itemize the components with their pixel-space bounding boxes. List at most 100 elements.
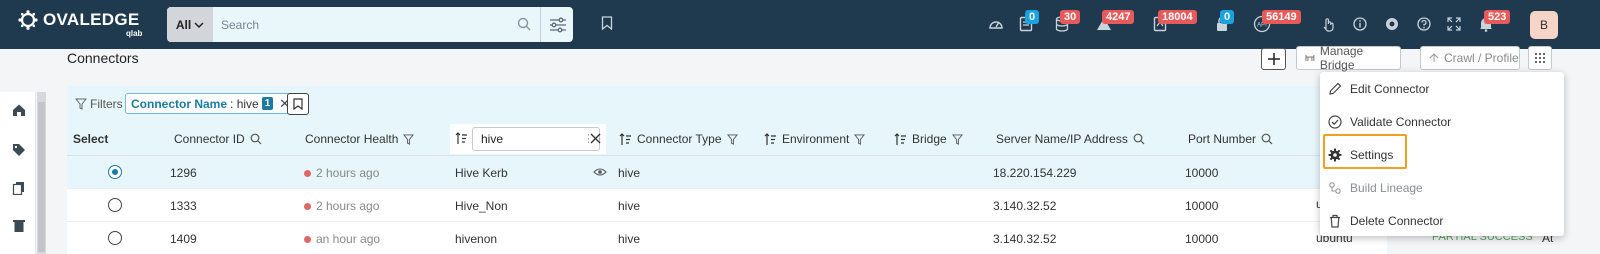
search-scope-label: All	[175, 17, 192, 32]
connector-name-filter-input[interactable]	[472, 127, 600, 151]
search-icon[interactable]	[1261, 133, 1273, 145]
menu-item-edit-connector[interactable]: Edit Connector	[1320, 72, 1564, 105]
menu-item-build-lineage[interactable]: Build Lineage	[1320, 171, 1564, 204]
table-row[interactable]: 1333 2 hours ago Hive_Non hive 3.140.32.…	[67, 189, 1387, 222]
sort-icon[interactable]	[894, 132, 907, 146]
table-row[interactable]: 1409 an hour ago hivenon hive 3.140.32.5…	[67, 222, 1387, 254]
cell-port: 10000	[1185, 199, 1219, 213]
trash-bin-icon[interactable]	[11, 218, 27, 234]
menu-item-validate-connector[interactable]: Validate Connector	[1320, 105, 1564, 138]
chevron-down-icon	[194, 21, 204, 28]
row-select-radio[interactable]	[108, 198, 122, 212]
menu-item-delete-connector[interactable]: Delete Connector	[1320, 204, 1564, 237]
sort-icon[interactable]	[619, 132, 632, 146]
column-header-connector-type[interactable]: Connector Type	[619, 132, 738, 146]
funnel-icon[interactable]	[403, 133, 415, 145]
close-icon[interactable]	[590, 133, 601, 144]
row-select-radio[interactable]	[108, 165, 122, 179]
connector-name-filter: ⋮⋮	[450, 124, 606, 154]
more-actions-button[interactable]	[1528, 46, 1552, 70]
sort-icon[interactable]	[455, 132, 468, 145]
bookmark-icon[interactable]	[601, 16, 613, 30]
menu-item-label: Validate Connector	[1350, 114, 1452, 129]
plus-icon	[1267, 53, 1280, 65]
column-header-connector-health[interactable]: Connector Health	[305, 132, 415, 146]
query-count-badge: 18004	[1158, 10, 1197, 24]
cell-connector-name[interactable]: hivenon	[455, 232, 497, 246]
menu-item-label: Delete Connector	[1350, 213, 1444, 228]
user-avatar[interactable]: B	[1530, 11, 1558, 39]
filter-bar: Filters Connector Name : hive 1 ✕	[67, 86, 1387, 122]
manage-bridge-button[interactable]: Manage Bridge	[1296, 44, 1401, 72]
chip-value: : hive	[230, 96, 259, 111]
health-status-dot	[304, 235, 311, 243]
eye-icon[interactable]	[593, 167, 607, 177]
search-scope-dropdown[interactable]: All	[167, 7, 213, 42]
cell-connector-health: 2 hours ago	[304, 166, 379, 180]
cell-connector-name[interactable]: Hive Kerb	[455, 166, 508, 180]
ovaledge-logo-icon	[18, 10, 38, 30]
column-header-server[interactable]: Server Name/IP Address	[996, 132, 1145, 146]
help-icon[interactable]	[1414, 14, 1434, 34]
funnel-icon[interactable]	[951, 133, 963, 145]
alerts-count-badge: 4247	[1102, 10, 1135, 24]
funnel-icon[interactable]	[726, 133, 738, 145]
manage-bridge-label: Manage Bridge	[1319, 44, 1364, 72]
column-header-select: Select	[73, 132, 109, 146]
menu-item-label: Build Lineage	[1350, 180, 1423, 195]
chrome-browser-icon[interactable]	[1382, 14, 1402, 34]
search-icon[interactable]	[1133, 133, 1145, 145]
funnel-icon[interactable]	[854, 133, 866, 145]
save-filter-button[interactable]	[287, 93, 309, 115]
app-logo[interactable]: OVALEDGE qlab	[18, 8, 158, 40]
dashboard-gauge-icon[interactable]	[986, 14, 1006, 34]
cell-connector-name[interactable]: Hive_Non	[455, 199, 508, 213]
page-title: Connectors	[67, 50, 139, 66]
column-header-environment[interactable]: Environment	[764, 132, 866, 146]
row-select-radio[interactable]	[108, 231, 122, 245]
active-filter-chip[interactable]: Connector Name : hive 1 ✕	[125, 93, 297, 114]
advanced-search-sliders-icon[interactable]	[549, 16, 567, 34]
funnel-icon	[75, 98, 87, 110]
lock-count-badge: 0	[1220, 10, 1235, 24]
trash-icon	[1330, 214, 1340, 228]
search-icon[interactable]	[250, 133, 262, 145]
filters-label[interactable]: Filters	[75, 97, 123, 111]
home-icon[interactable]	[11, 102, 27, 118]
column-header-port[interactable]: Port Number	[1188, 132, 1273, 146]
tag-icon[interactable]	[11, 142, 27, 158]
top-navigation-bar: OVALEDGE qlab All 0 30 4247 18004 0 API …	[0, 0, 1600, 49]
table-header: Select Connector ID Connector Health ⋮⋮ …	[67, 122, 1387, 156]
bridge-icon	[1305, 55, 1315, 61]
menu-item-label: Edit Connector	[1350, 81, 1430, 96]
dataset-count-badge: 30	[1060, 10, 1081, 24]
documents-icon[interactable]	[11, 180, 27, 196]
crawl-profile-label: Crawl / Profile	[1444, 51, 1519, 65]
info-icon[interactable]	[1350, 14, 1370, 34]
hand-pointer-icon[interactable]	[1318, 14, 1338, 34]
cell-connector-health: an hour ago	[304, 232, 380, 246]
column-header-connector-id[interactable]: Connector ID	[174, 132, 262, 146]
api-count-badge: 56149	[1262, 10, 1301, 24]
menu-item-settings[interactable]: Settings	[1320, 138, 1564, 171]
cell-server: 18.220.154.229	[993, 166, 1077, 180]
logo-text: OVALEDGE	[43, 10, 140, 29]
pencil-icon	[1329, 82, 1342, 95]
search-input[interactable]	[221, 16, 501, 34]
sort-icon[interactable]	[764, 132, 777, 146]
sidebar-scrollbar[interactable]	[37, 92, 46, 254]
add-connector-button[interactable]	[1261, 48, 1286, 70]
check-circle-icon	[1328, 114, 1342, 129]
search-icon[interactable]	[517, 17, 531, 31]
grid-dots-icon	[1534, 52, 1546, 64]
filters-text: Filters	[90, 97, 123, 111]
crawl-profile-button[interactable]: Crawl / Profile	[1420, 46, 1520, 70]
cell-connector-id: 1333	[170, 199, 197, 213]
cell-port: 10000	[1185, 166, 1219, 180]
fullscreen-icon[interactable]	[1444, 14, 1464, 34]
column-header-bridge[interactable]: Bridge	[894, 132, 963, 146]
scrollbar-thumb[interactable]	[38, 102, 45, 252]
cell-port: 10000	[1185, 232, 1219, 246]
gear-icon	[1328, 148, 1342, 161]
table-row[interactable]: 1296 2 hours ago Hive Kerb hive 18.220.1…	[67, 156, 1387, 189]
